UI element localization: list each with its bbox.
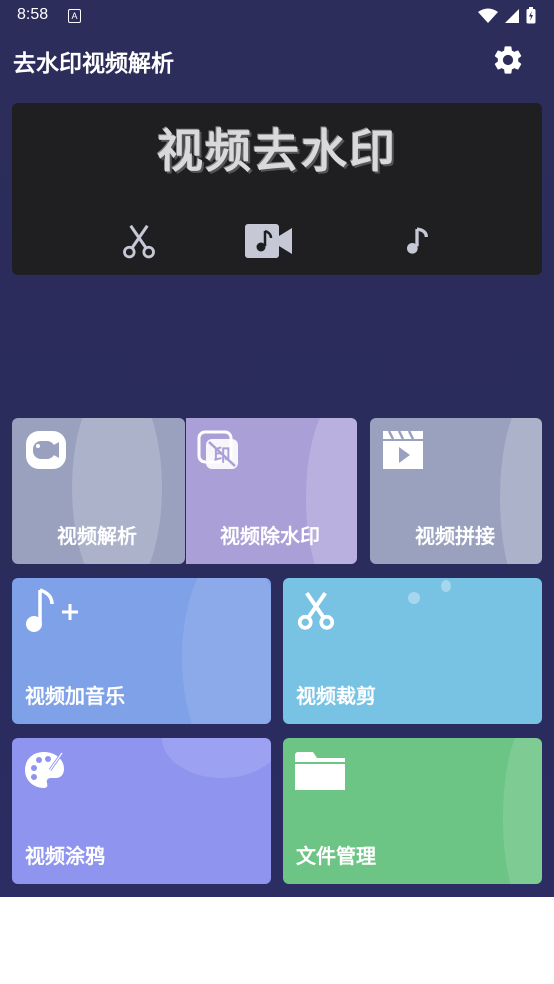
folder-icon — [295, 752, 345, 790]
tile-label: 视频加音乐 — [25, 684, 125, 708]
tile-video-trim[interactable]: 视频裁剪 — [283, 578, 542, 724]
video-music-icon — [245, 224, 292, 258]
tile-label: 视频裁剪 — [296, 684, 376, 708]
scissors-icon — [297, 591, 335, 630]
notification-a-icon: A — [68, 9, 81, 23]
battery-icon — [526, 7, 536, 24]
tile-video-join[interactable]: 视频拼接 — [370, 418, 542, 564]
banner-title: 视频去水印 — [157, 124, 397, 178]
status-icons — [478, 7, 536, 24]
add-music-icon — [26, 588, 78, 632]
palette-icon — [25, 752, 64, 788]
signal-icon — [505, 8, 519, 23]
tile-label: 视频除水印 — [220, 524, 320, 548]
app-title: 去水印视频解析 — [13, 51, 174, 77]
tile-add-music[interactable]: 视频加音乐 — [12, 578, 271, 724]
tile-remove-watermark[interactable]: 印 视频除水印 — [186, 418, 357, 564]
tile-file-manager[interactable]: 文件管理 — [283, 738, 542, 884]
app-screen: 8:58 A 去水印视频解析 视频去水印 视频解析 印 视频除水印 视频拼接 视… — [0, 0, 554, 897]
music-note-icon — [407, 227, 428, 254]
tile-label: 视频涂鸦 — [25, 844, 105, 868]
scissors-icon — [123, 224, 155, 259]
status-bar: 8:58 A — [0, 0, 554, 32]
tile-label: 视频解析 — [57, 524, 137, 548]
gear-icon[interactable] — [491, 43, 525, 77]
tile-label: 文件管理 — [296, 844, 376, 868]
wifi-icon — [478, 8, 498, 23]
tile-video-parse[interactable]: 视频解析 — [12, 418, 185, 564]
remove-watermark-icon: 印 — [197, 430, 238, 469]
tile-label: 视频拼接 — [415, 524, 495, 548]
status-time: 8:58 — [17, 6, 49, 23]
video-camera-icon — [26, 431, 66, 469]
hero-banner: 视频去水印 — [12, 103, 542, 275]
tile-video-doodle[interactable]: 视频涂鸦 — [12, 738, 271, 884]
clapperboard-icon — [383, 431, 423, 469]
